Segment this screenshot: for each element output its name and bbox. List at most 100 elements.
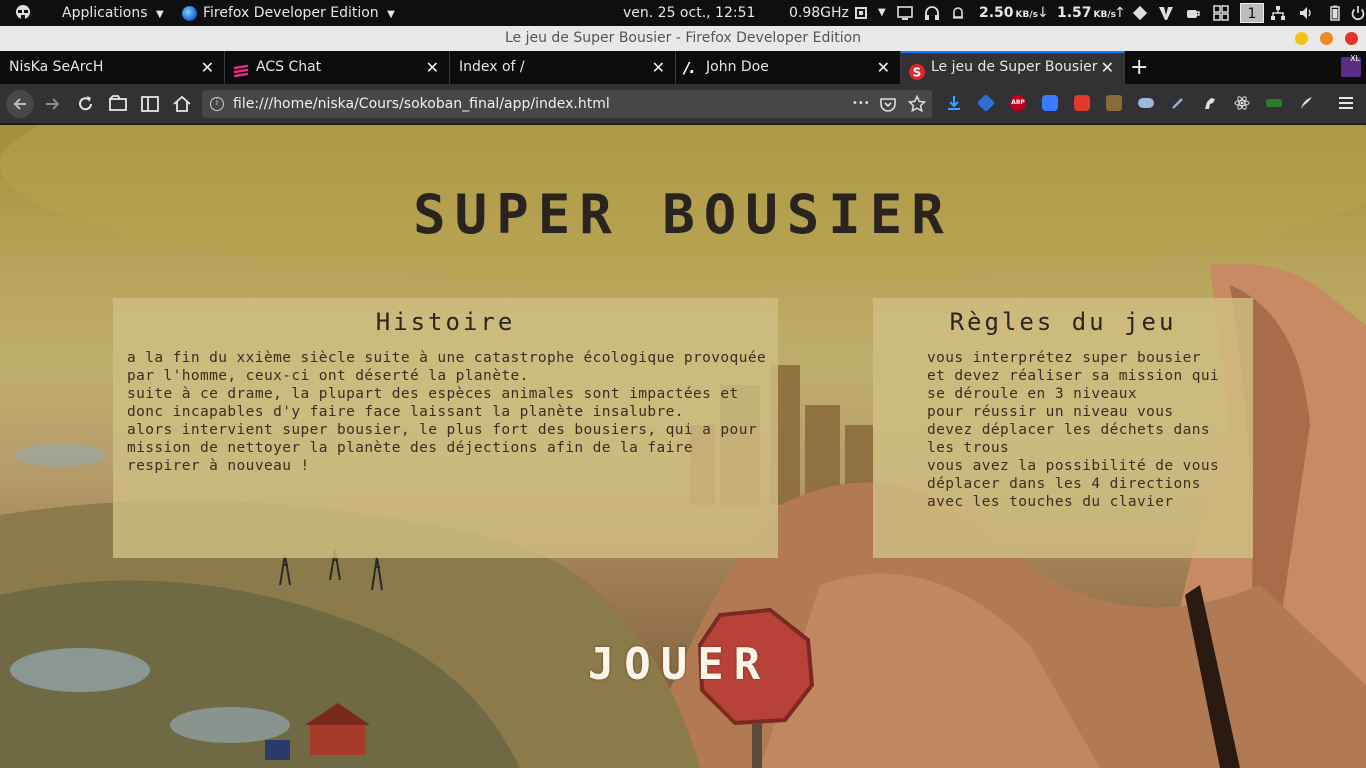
tab-index-of[interactable]: Index of / ✕ (450, 51, 676, 84)
acs-chat-icon (233, 60, 249, 78)
app-menu[interactable]: Firefox Developer Edition ▼ (182, 0, 395, 26)
vim-icon[interactable] (1158, 5, 1174, 21)
tab-niska-search[interactable]: NisKa SeArcH ✕ (0, 51, 225, 84)
battery-icon[interactable] (1327, 5, 1343, 21)
sidebar-icon (141, 96, 159, 112)
hamburger-menu-icon[interactable] (1338, 95, 1354, 111)
adblock-plus-icon[interactable]: ABP (1010, 95, 1026, 111)
regles-heading: Règles du jeu (949, 308, 1177, 336)
close-icon[interactable]: ✕ (877, 51, 890, 84)
svg-text:S: S (913, 66, 922, 80)
applications-label: Applications (62, 5, 148, 21)
forward-button[interactable] (43, 94, 63, 114)
navigation-toolbar: i file:///home/niska/Cours/sokoban_final… (0, 84, 1366, 124)
tab-super-bousier[interactable]: S Le jeu de Super Bousier ✕ (901, 51, 1125, 84)
horse-extension-icon[interactable] (1202, 95, 1218, 111)
histoire-heading: Histoire (375, 308, 516, 336)
headphones-icon[interactable] (924, 5, 940, 21)
tab-john-doe[interactable]: /. John Doe ✕ (676, 51, 901, 84)
regles-panel: Règles du jeu Vous interprétez Super Bou… (873, 298, 1253, 558)
workspace-indicator[interactable]: 1 (1240, 3, 1264, 23)
back-button[interactable] (6, 90, 34, 118)
feather-extension-icon[interactable] (1298, 95, 1314, 111)
download-speed-unit: KB/s (1015, 10, 1039, 20)
url-text[interactable]: file:///home/niska/Cours/sokoban_final/a… (233, 90, 610, 118)
cpu-frequency: 0.98GHz (789, 5, 849, 21)
regles-text: Vous interprétez Super Bousier et devez … (927, 350, 1220, 510)
library-icon (109, 95, 127, 111)
play-button[interactable]: Jouer (556, 635, 802, 695)
screen-icon[interactable] (897, 5, 913, 21)
tab-label: Index of / (459, 59, 525, 75)
s-logo-icon: S (909, 60, 925, 80)
chevron-down-icon[interactable]: ▼ (878, 0, 886, 26)
slash-icon: /. (684, 59, 696, 77)
close-icon[interactable]: ✕ (426, 51, 439, 84)
tab-strip: NisKa SeArcH ✕ ACS Chat ✕ Index of / ✕ /… (0, 51, 1366, 84)
coffee-cup-icon[interactable] (1185, 5, 1201, 21)
xl-badge: XL (1350, 54, 1360, 63)
window-title: Le jeu de Super Bousier - Firefox Develo… (504, 30, 862, 46)
bell-icon[interactable] (950, 5, 966, 21)
library-button[interactable] (108, 94, 128, 114)
power-icon[interactable] (1350, 5, 1366, 21)
green-extension-icon[interactable] (1266, 99, 1282, 107)
new-tab-button[interactable]: + (1130, 51, 1148, 84)
info-icon[interactable]: i (210, 97, 224, 111)
chevron-down-icon: ▼ (387, 9, 395, 20)
bookmark-star-icon[interactable] (907, 94, 927, 117)
tab-acs-chat[interactable]: ACS Chat ✕ (225, 51, 450, 84)
histoire-panel: Histoire A la fin du XXième siècle suite… (113, 298, 778, 558)
window-titlebar[interactable]: Le jeu de Super Bousier - Firefox Develo… (0, 26, 1366, 51)
tab-label: Le jeu de Super Bousier (931, 59, 1098, 75)
avatar-extension-icon[interactable] (1106, 95, 1122, 111)
upload-speed-value: 1.57 (1057, 5, 1092, 21)
ghost-extension-icon[interactable] (1042, 95, 1058, 111)
minimize-button[interactable] (1295, 32, 1308, 45)
histoire-text: A la fin du XXième siècle suite à une ca… (127, 350, 767, 474)
home-icon (173, 95, 191, 112)
firefox-dev-icon (182, 5, 197, 21)
clock[interactable]: ven. 25 oct., 12:51 (623, 0, 755, 26)
git-diamond-icon[interactable] (1132, 5, 1148, 21)
download-icon[interactable] (946, 95, 962, 111)
close-icon[interactable]: ✕ (652, 51, 665, 84)
arrow-up-icon: ↑ (1114, 5, 1126, 21)
arrow-left-icon (13, 98, 26, 110)
cpu-chip-icon (853, 5, 869, 21)
toggle-extension-icon[interactable] (1138, 98, 1154, 108)
tab-label: NisKa SeArcH (9, 59, 104, 75)
cube-extension-icon[interactable] (976, 93, 996, 113)
sync-extension-icon[interactable] (1074, 95, 1090, 111)
maximize-button[interactable] (1320, 32, 1333, 45)
sidebar-button[interactable] (140, 94, 160, 114)
home-button[interactable] (172, 94, 192, 114)
workspace-grid-icon[interactable] (1213, 5, 1229, 21)
upload-speed: 1.57 KB/s (1057, 0, 1116, 26)
download-speed: 2.50 KB/s (979, 0, 1038, 26)
game-page: Super Bousier Histoire A la fin du XXièm… (0, 125, 1366, 768)
close-icon[interactable]: ✕ (201, 51, 214, 84)
volume-icon[interactable] (1298, 5, 1314, 21)
page-actions-icon[interactable]: ••• (852, 90, 870, 118)
color-picker-icon[interactable] (1170, 95, 1186, 111)
address-bar[interactable]: i file:///home/niska/Cours/sokoban_final… (202, 90, 932, 118)
arrow-down-icon: ↓ (1037, 5, 1049, 21)
stormtrooper-logo-icon[interactable] (14, 4, 32, 22)
reload-button[interactable] (76, 94, 96, 114)
reload-icon (79, 96, 92, 111)
app-menu-label: Firefox Developer Edition (203, 5, 379, 21)
pocket-icon[interactable] (880, 96, 896, 116)
chevron-down-icon: ▼ (155, 9, 164, 20)
upload-speed-unit: KB/s (1093, 10, 1117, 20)
applications-menu[interactable]: Applications ▼ (62, 0, 164, 26)
close-window-button[interactable] (1345, 32, 1358, 45)
page-title: Super Bousier (413, 183, 953, 246)
network-icon[interactable] (1270, 5, 1286, 21)
download-speed-value: 2.50 (979, 5, 1014, 21)
tab-label: ACS Chat (256, 59, 322, 75)
tab-label: John Doe (706, 59, 769, 75)
xl-extension-icon[interactable]: XL (1341, 54, 1361, 77)
react-devtools-icon[interactable] (1234, 95, 1250, 111)
close-icon[interactable]: ✕ (1101, 51, 1114, 84)
